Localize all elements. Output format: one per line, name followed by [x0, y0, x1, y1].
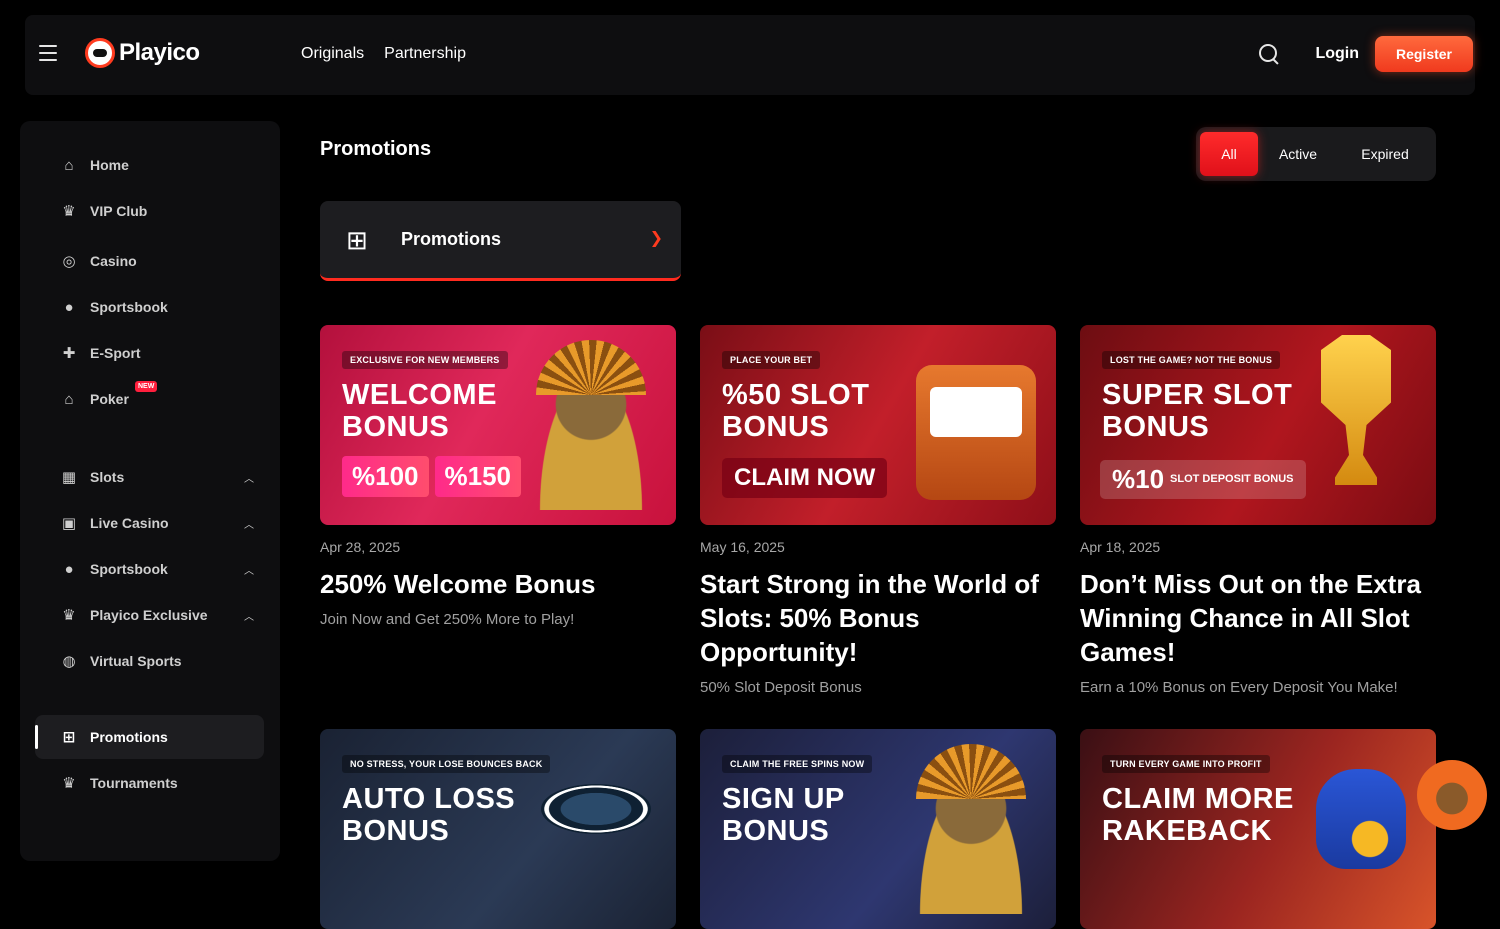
filter-expired[interactable]: Expired — [1338, 132, 1432, 176]
logo-mark-icon — [85, 38, 115, 68]
slot-icon: ▦ — [61, 469, 77, 486]
category-tab-promotions[interactable]: ⊞ Promotions ❯ — [320, 201, 681, 281]
filter-active[interactable]: Active — [1258, 132, 1338, 176]
sloth-mascot-icon — [906, 744, 1036, 914]
money-bag-icon — [1316, 769, 1406, 869]
filter-all[interactable]: All — [1200, 132, 1258, 176]
promo-card[interactable]: PLACE YOUR BET %50 SLOT BONUS CLAIM NOW … — [700, 325, 1056, 696]
sidebar-item-casino[interactable]: ◎ Casino — [60, 252, 136, 270]
sidebar-item-playico-exclusive[interactable]: ♛ Playico Exclusive — [60, 606, 207, 624]
banner-percentages: %100 %150 — [342, 456, 521, 497]
sidebar-item-vip-club[interactable]: ♛ VIP Club — [60, 202, 147, 220]
banner-headline: SIGN UP BONUS — [722, 783, 845, 847]
sidebar: ⌂ Home ♛ VIP Club ◎ Casino ● Sportsbook ✚ E-S… — [20, 121, 280, 861]
promo-banner[interactable]: PLACE YOUR BET %50 SLOT BONUS CLAIM NOW — [700, 325, 1056, 525]
sidebar-item-promotions[interactable]: ⊞ Promotions — [60, 728, 168, 746]
sidebar-item-live-casino[interactable]: ▣ Live Casino — [60, 514, 169, 532]
trophy-icon: ♛ — [62, 607, 76, 624]
banner-tag: NO STRESS, YOUR LOSE BOUNCES BACK — [342, 755, 551, 773]
promo-banner[interactable]: CLAIM THE FREE SPINS NOW SIGN UP BONUS — [700, 729, 1056, 929]
promo-date: Apr 28, 2025 — [320, 539, 401, 555]
logo-text: Playico — [119, 39, 200, 66]
top-actions: Login Register — [1258, 36, 1475, 72]
promo-card[interactable]: CLAIM THE FREE SPINS NOW SIGN UP BONUS — [700, 729, 1056, 929]
chevron-up-icon[interactable]: ︿ — [244, 516, 254, 531]
login-button[interactable]: Login — [1315, 45, 1359, 63]
banner-first-deposit: %100 — [342, 456, 429, 497]
menu-icon[interactable] — [39, 45, 57, 61]
banner-headline: %50 SLOT BONUS — [722, 379, 870, 443]
promo-date: May 16, 2025 — [700, 539, 785, 555]
banner-tag: CLAIM THE FREE SPINS NOW — [722, 755, 873, 773]
promo-card[interactable]: LOST THE GAME? NOT THE BONUS SUPER SLOT … — [1080, 325, 1436, 696]
top-bar: Playico Originals Partnership Login Regi… — [25, 15, 1475, 95]
sidebar-item-esport[interactable]: ✚ E-Sport — [60, 344, 141, 362]
banner-headline: SUPER SLOT BONUS — [1102, 379, 1293, 443]
support-chat-button[interactable] — [1417, 760, 1487, 830]
promo-banner[interactable]: NO STRESS, YOUR LOSE BOUNCES BACK AUTO L… — [320, 729, 676, 929]
sidebar-item-virtual-sports[interactable]: ◍ Virtual Sports — [60, 652, 181, 670]
banner-headline: WELCOME BONUS — [342, 379, 497, 443]
promo-title[interactable]: Don’t Miss Out on the Extra Winning Chan… — [1080, 567, 1436, 669]
nav-originals[interactable]: Originals — [301, 45, 364, 63]
chevron-up-icon[interactable]: ︿ — [244, 562, 254, 577]
banner-headline: CLAIM MORE RAKEBACK — [1102, 783, 1294, 847]
sidebar-item-tournaments[interactable]: ♛ Tournaments — [60, 774, 177, 792]
promo-card[interactable]: EXCLUSIVE FOR NEW MEMBERS WELCOME BONUS … — [320, 325, 676, 628]
logo[interactable]: Playico — [85, 38, 200, 68]
promo-description: Join Now and Get 250% More to Play! — [320, 611, 575, 628]
banner-headline: AUTO LOSS BONUS — [342, 783, 516, 847]
sloth-mascot-icon — [526, 340, 656, 510]
trophy-icon: ♛ — [62, 203, 76, 220]
category-tab-label: Promotions — [401, 229, 502, 249]
ball-icon: ● — [64, 560, 74, 578]
promo-date: Apr 18, 2025 — [1080, 539, 1161, 555]
gift-icon: ⊞ — [62, 729, 76, 746]
trophy-icon — [1321, 335, 1391, 485]
trophy-icon: ♛ — [62, 775, 76, 792]
promo-banner[interactable]: TURN EVERY GAME INTO PROFIT CLAIM MORE R… — [1080, 729, 1436, 929]
promo-title[interactable]: 250% Welcome Bonus — [320, 567, 676, 601]
sidebar-item-sportsbook[interactable]: ● Sportsbook — [60, 298, 167, 316]
promo-description: 50% Slot Deposit Bonus — [700, 679, 862, 696]
nav-partnership[interactable]: Partnership — [384, 45, 466, 63]
gamepad-icon: ✚ — [62, 345, 76, 362]
banner-tag: LOST THE GAME? NOT THE BONUS — [1102, 351, 1281, 369]
chip-icon: ◎ — [62, 253, 76, 270]
chevron-up-icon[interactable]: ︿ — [244, 470, 254, 485]
chevron-up-icon[interactable]: ︿ — [244, 608, 254, 623]
banner-second-deposit: %150 — [434, 456, 521, 497]
gift-icon: ⊞ — [346, 224, 368, 255]
new-badge: NEW — [135, 381, 158, 392]
promo-banner[interactable]: LOST THE GAME? NOT THE BONUS SUPER SLOT … — [1080, 325, 1436, 525]
promo-description: Earn a 10% Bonus on Every Deposit You Ma… — [1080, 679, 1398, 696]
promo-card[interactable]: NO STRESS, YOUR LOSE BOUNCES BACK AUTO L… — [320, 729, 676, 929]
sidebar-item-home[interactable]: ⌂ Home — [60, 156, 128, 174]
banner-tag: PLACE YOUR BET — [722, 351, 821, 369]
banner-claim-now[interactable]: CLAIM NOW — [722, 458, 888, 498]
poker-chips-icon — [541, 784, 651, 834]
filter-tabs: All Active Expired — [1196, 127, 1436, 181]
promo-title[interactable]: Start Strong in the World of Slots: 50% … — [700, 567, 1056, 669]
slot-machine-icon — [916, 365, 1036, 500]
top-nav: Originals Partnership — [301, 45, 466, 63]
sidebar-item-poker[interactable]: ⌂ Poker NEW — [60, 381, 158, 408]
sidebar-item-sportsbook-2[interactable]: ● Sportsbook — [60, 560, 167, 578]
banner-tag: EXCLUSIVE FOR NEW MEMBERS — [342, 351, 508, 369]
search-icon[interactable] — [1258, 43, 1280, 65]
basketball-icon: ◍ — [62, 653, 76, 670]
register-button[interactable]: Register — [1375, 36, 1473, 72]
promo-card[interactable]: TURN EVERY GAME INTO PROFIT CLAIM MORE R… — [1080, 729, 1436, 929]
banner-tag: TURN EVERY GAME INTO PROFIT — [1102, 755, 1270, 773]
ball-icon: ● — [64, 298, 74, 316]
banner-percentage: %10 SLOT DEPOSIT BONUS — [1100, 460, 1306, 499]
live-icon: ▣ — [61, 515, 77, 532]
promo-banner[interactable]: EXCLUSIVE FOR NEW MEMBERS WELCOME BONUS … — [320, 325, 676, 525]
page-title: Promotions — [320, 138, 432, 160]
chevron-right-icon: ❯ — [649, 230, 663, 247]
home-icon: ⌂ — [64, 390, 74, 408]
home-icon: ⌂ — [64, 156, 74, 174]
